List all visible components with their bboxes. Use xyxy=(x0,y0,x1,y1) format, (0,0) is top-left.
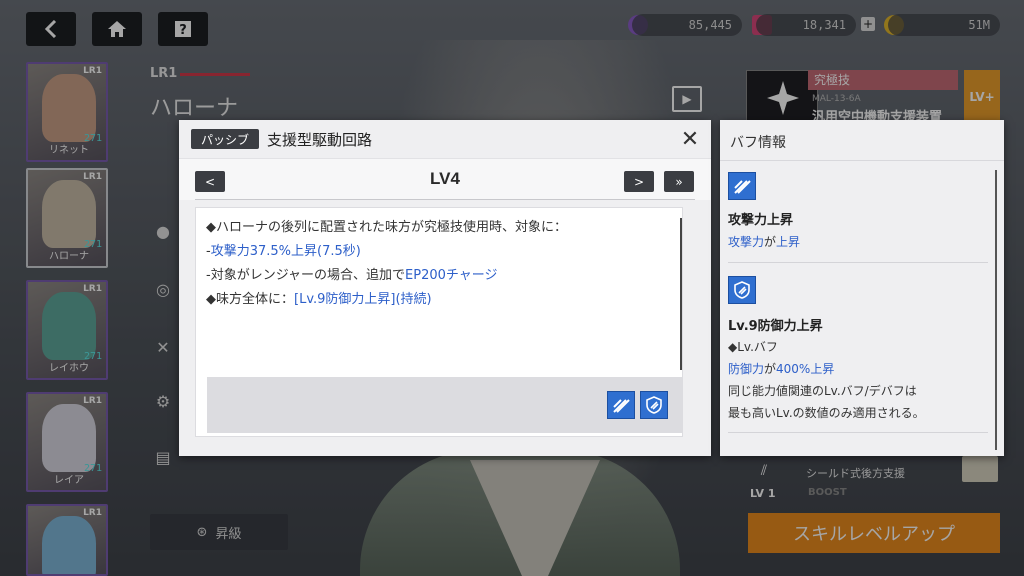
info-title: バフ情報 xyxy=(730,135,786,151)
buff-desc-line: 同じ能力値関連のLv.バフ/デバフは xyxy=(728,382,917,399)
highlight-text: 攻撃力37.5%上昇(7.5秒) xyxy=(210,244,361,259)
plain-text: 同じ能力値関連のLv.バフ/デバフは xyxy=(728,384,917,398)
attack-up-icon xyxy=(728,172,756,200)
buff-desc-line: 攻撃力が上昇 xyxy=(728,233,800,250)
description-line: ◆味方全体に：[Lv.9防御力上昇](持続) xyxy=(206,288,676,312)
description-scrollbar[interactable] xyxy=(680,218,682,370)
description-text: ◆ハローナの後列に配置された味方が究極技使用時、対象に： -攻撃力37.5%上昇(… xyxy=(206,216,676,312)
buff-desc-line: ◆Lv.バフ xyxy=(728,338,778,355)
buff-desc-line: 最も高いLv.の数値のみ適用される。 xyxy=(728,404,925,421)
divider xyxy=(728,432,988,433)
skill-title: 支援型駆動回路 xyxy=(267,131,373,149)
level-selector: < LV4 > » xyxy=(179,158,711,200)
skill-detail-popup: パッシブ 支援型駆動回路 ✕ < LV4 > » ◆ハローナの後列に配置された味… xyxy=(179,120,711,456)
plain-text: 最も高いLv.の数値のみ適用される。 xyxy=(728,406,925,420)
highlight-text: EP200チャージ xyxy=(405,268,498,283)
plain-text: が xyxy=(764,235,777,249)
highlight-text: 攻撃力 xyxy=(728,235,765,249)
description-line: -対象がレンジャーの場合、追加でEP200チャージ xyxy=(206,264,676,288)
highlight-text: 上昇 xyxy=(776,235,801,249)
plain-text: ◆Lv.バフ xyxy=(728,340,778,354)
buff-info-panel: バフ情報 攻撃力上昇 攻撃力が上昇 Lv.9防御力上昇 ◆Lv.バフ 防御力が4… xyxy=(720,120,1004,456)
buff-name: Lv.9防御力上昇 xyxy=(728,319,823,334)
defense-up-icon[interactable] xyxy=(640,391,668,419)
description-line: -攻撃力37.5%上昇(7.5秒) xyxy=(206,240,676,264)
highlight-text: 400%上昇 xyxy=(776,362,835,376)
description-line: ◆ハローナの後列に配置された味方が究極技使用時、対象に： xyxy=(206,216,676,240)
attack-up-icon[interactable] xyxy=(607,391,635,419)
divider xyxy=(720,160,1004,161)
defense-up-icon xyxy=(728,276,756,304)
popup-header: パッシブ 支援型駆動回路 ✕ xyxy=(179,120,711,158)
close-button[interactable]: ✕ xyxy=(677,126,703,152)
max-level-button[interactable]: » xyxy=(664,171,694,192)
next-level-button[interactable]: > xyxy=(624,171,654,192)
plain-text: -対象がレンジャーの場合、追加で xyxy=(206,268,406,283)
buff-desc-line: 防御力が400%上昇 xyxy=(728,360,834,377)
divider xyxy=(728,262,988,263)
divider xyxy=(195,199,695,200)
highlight-text: 防御力 xyxy=(728,362,765,376)
highlight-text: [Lv.9防御力上昇](持続) xyxy=(294,292,432,307)
buff-name: 攻撃力上昇 xyxy=(728,213,794,228)
plain-text: が xyxy=(764,362,777,376)
plain-text: ◆ハローナの後列に配置された味方が究極技使用時、対象に： xyxy=(206,220,567,235)
passive-tag: パッシブ xyxy=(191,129,259,149)
info-scrollbar[interactable] xyxy=(995,170,997,450)
plain-text: ◆味方全体に： xyxy=(206,292,294,307)
